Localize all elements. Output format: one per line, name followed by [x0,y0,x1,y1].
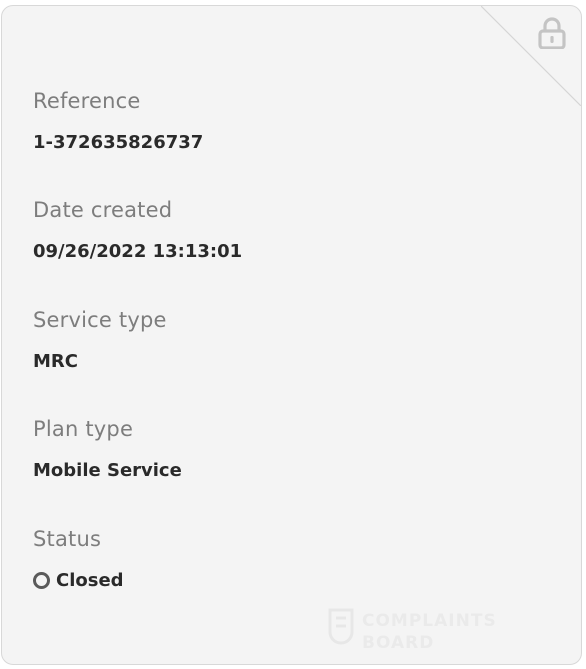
status-value: Closed [56,570,124,591]
plan-type-value: Mobile Service [33,460,182,481]
svg-text:BOARD: BOARD [362,633,434,653]
reference-label: Reference [33,89,141,113]
complaint-details-card: Reference 1-372635826737 Date created 09… [1,5,582,665]
status-field: Status Closed [33,527,124,591]
plan-type-label: Plan type [33,417,134,441]
watermark-logo: COMPLAINTS BOARD [328,608,497,653]
reference-value: 1-372635826737 [33,132,204,153]
locked-corner-fold [481,6,581,106]
status-row: Closed [33,570,124,591]
lock-icon [538,17,566,49]
plan-type-field: Plan type Mobile Service [33,417,182,481]
status-label: Status [33,527,102,551]
svg-text:COMPLAINTS: COMPLAINTS [362,611,497,631]
date-created-value: 09/26/2022 13:13:01 [33,241,243,262]
date-created-field: Date created 09/26/2022 13:13:01 [33,198,242,262]
status-circle-icon [33,572,50,589]
reference-field: Reference 1-372635826737 [33,89,203,153]
service-type-value: MRC [33,351,78,372]
date-created-label: Date created [33,198,173,222]
service-type-label: Service type [33,308,167,332]
service-type-field: Service type MRC [33,308,167,372]
